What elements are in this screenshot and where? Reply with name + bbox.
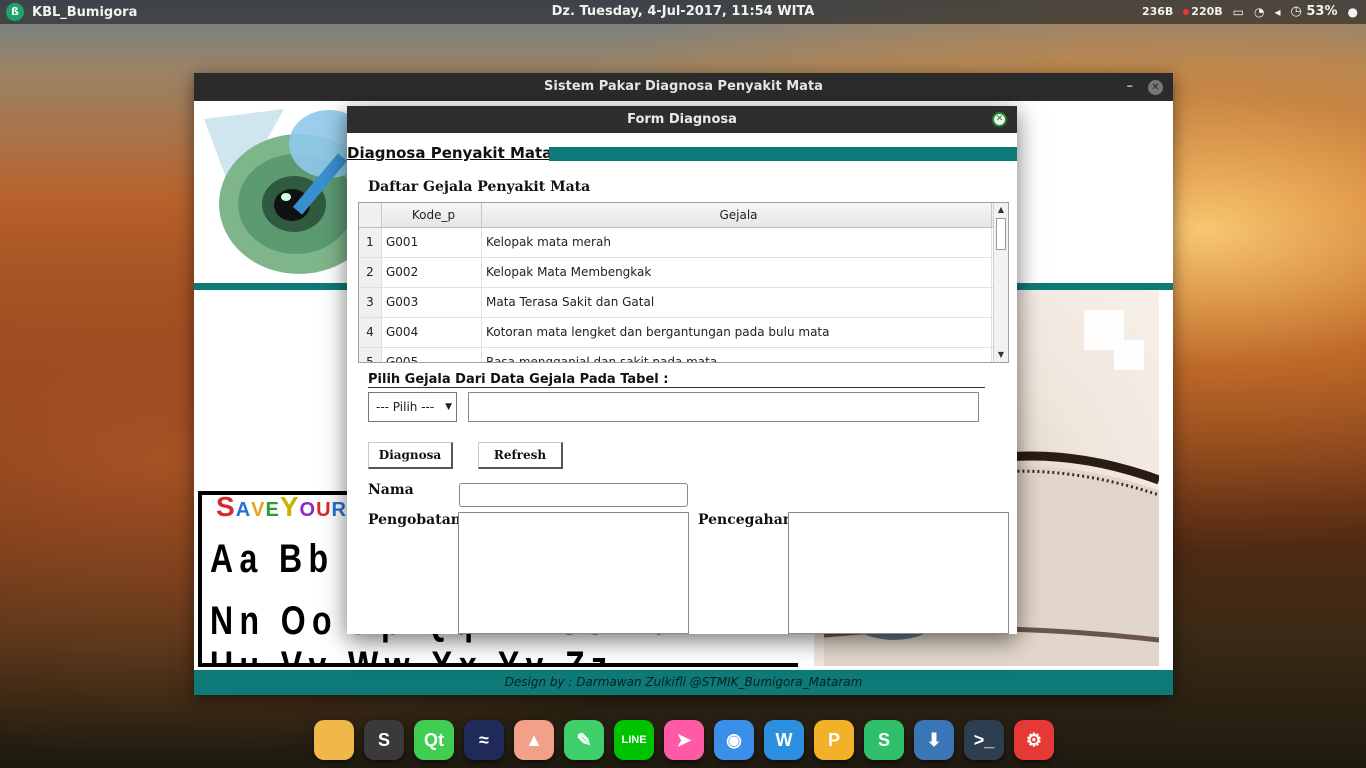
dialog-heading: Diagnosa Penyakit Mata <box>347 144 553 162</box>
dialog-title: Form Diagnosa <box>627 112 737 127</box>
main-footer: Design by : Darmawan Zulkifli @STMIK_Bum… <box>194 670 1173 695</box>
qt-creator-icon[interactable]: Qt <box>414 720 454 760</box>
mysql-workbench-icon[interactable]: ≈ <box>464 720 504 760</box>
column-header-gejala[interactable]: Gejala <box>482 203 992 227</box>
cell-kode[interactable]: G003 <box>382 288 482 317</box>
display-icon[interactable]: ▭ <box>1233 5 1244 19</box>
pencegahan-label: Pencegahan <box>698 512 793 528</box>
battery-percent: 53% <box>1306 4 1338 19</box>
dialog-titlebar[interactable]: Form Diagnosa ✕ <box>347 106 1017 133</box>
cell-kode[interactable]: G002 <box>382 258 482 287</box>
cell-gejala[interactable]: Kotoran mata lengket dan bergantungan pa… <box>482 318 992 347</box>
dialog-close-button[interactable]: ✕ <box>992 112 1007 127</box>
net-download: 220B <box>1191 5 1223 18</box>
app-logo-icon: ß <box>6 3 24 21</box>
scroll-down-icon[interactable]: ▼ <box>994 348 1008 362</box>
app-menu[interactable]: ß KBL_Bumigora <box>6 3 137 21</box>
system-tray: 236B 220B ▭ ◔ ◂ ◷ 53% ● <box>1142 4 1358 19</box>
row-number: 3 <box>359 288 382 317</box>
scroll-thumb[interactable] <box>996 218 1006 250</box>
cell-gejala[interactable]: Mata Terasa Sakit dan Gatal <box>482 288 992 317</box>
pilih-divider <box>368 387 985 388</box>
pengobatan-textarea[interactable] <box>458 512 689 634</box>
column-header-kode[interactable]: Kode_p <box>382 203 482 227</box>
chromium-icon[interactable]: ◉ <box>714 720 754 760</box>
main-window-titlebar[interactable]: Sistem Pakar Diagnosa Penyakit Mata – ✕ <box>194 73 1173 101</box>
table-row[interactable]: 3 G003 Mata Terasa Sakit dan Gatal <box>359 288 1008 318</box>
wps-writer-icon[interactable]: W <box>764 720 804 760</box>
pencegahan-textarea[interactable] <box>788 512 1009 634</box>
app-name: KBL_Bumigora <box>32 4 138 20</box>
battery-level[interactable]: ◷ 53% <box>1291 4 1338 19</box>
main-close-button[interactable]: ✕ <box>1148 80 1163 95</box>
wps-presentation-icon[interactable]: P <box>814 720 854 760</box>
table-row[interactable]: 1 G001 Kelopak mata merah <box>359 228 1008 258</box>
pengobatan-label: Pengobatan <box>368 512 461 528</box>
terminal-icon[interactable]: >_ <box>964 720 1004 760</box>
cell-kode[interactable]: G004 <box>382 318 482 347</box>
table-row[interactable]: 4 G004 Kotoran mata lengket dan bergantu… <box>359 318 1008 348</box>
gejala-select-value: --- Pilih --- <box>376 400 435 414</box>
net-download-wrap: 220B <box>1183 5 1223 18</box>
row-number: 4 <box>359 318 382 347</box>
cell-kode[interactable]: G005 <box>382 348 482 362</box>
nama-input[interactable] <box>459 483 688 507</box>
settings-icon[interactable]: ⚙ <box>1014 720 1054 760</box>
table-row[interactable]: 2 G002 Kelopak Mata Membengkak <box>359 258 1008 288</box>
sublime-icon[interactable]: S <box>364 720 404 760</box>
minimize-button[interactable]: – <box>1127 73 1134 101</box>
volume-icon[interactable]: ◂ <box>1274 5 1280 19</box>
pilih-gejala-label: Pilih Gejala Dari Data Gejala Pada Tabel… <box>368 372 669 387</box>
refresh-button[interactable]: Refresh <box>478 442 563 469</box>
wifi-icon[interactable]: ◔ <box>1254 5 1264 19</box>
battery-icon: ◷ <box>1290 4 1307 19</box>
row-number: 5 <box>359 348 382 362</box>
table-scrollbar[interactable]: ▲ ▼ <box>993 203 1008 362</box>
eye-chart-slogan: SAVEYOUR <box>216 491 347 522</box>
diagnosa-button[interactable]: Diagnosa <box>368 442 453 469</box>
gejala-select[interactable]: --- Pilih --- ▼ <box>368 392 457 422</box>
cell-gejala[interactable]: Kelopak Mata Membengkak <box>482 258 992 287</box>
dock: S Qt ≈ ▲ ✎ LINE ➤ ◉ W P S ⬇ >_ ⚙ <box>306 714 1062 768</box>
calendar-icon[interactable]: ✎ <box>564 720 604 760</box>
line-icon[interactable]: LINE <box>614 720 654 760</box>
files-icon[interactable] <box>314 720 354 760</box>
download-dot-icon <box>1183 9 1190 15</box>
main-window-title: Sistem Pakar Diagnosa Penyakit Mata <box>544 79 823 94</box>
row-number-header <box>359 203 382 227</box>
top-panel: ß KBL_Bumigora Dz. Tuesday, 4-Jul-2017, … <box>0 0 1366 24</box>
user-icon[interactable]: ● <box>1348 5 1358 19</box>
row-number: 1 <box>359 228 382 257</box>
heading-accent-bar <box>549 147 1017 161</box>
cell-gejala[interactable]: Rasa mengganjal dan sakit pada mata <box>482 348 992 362</box>
telegram-icon[interactable]: ➤ <box>664 720 704 760</box>
gejala-text-field[interactable] <box>468 392 979 422</box>
cell-gejala[interactable]: Kelopak mata merah <box>482 228 992 257</box>
net-upload: 236B <box>1141 5 1174 18</box>
wps-spreadsheet-icon[interactable]: S <box>864 720 904 760</box>
inkscape-icon[interactable]: ▲ <box>514 720 554 760</box>
row-number: 2 <box>359 258 382 287</box>
gejala-table[interactable]: Kode_p Gejala 1 G001 Kelopak mata merah … <box>358 202 1009 363</box>
nama-label: Nama <box>368 482 414 498</box>
table-header: Kode_p Gejala <box>359 203 1008 228</box>
scroll-up-icon[interactable]: ▲ <box>994 203 1008 217</box>
chevron-down-icon: ▼ <box>445 402 452 412</box>
installer-icon[interactable]: ⬇ <box>914 720 954 760</box>
table-title: Daftar Gejala Penyakit Mata <box>368 179 591 195</box>
cell-kode[interactable]: G001 <box>382 228 482 257</box>
form-diagnosa-dialog: Form Diagnosa ✕ Diagnosa Penyakit Mata D… <box>347 106 1017 634</box>
table-row[interactable]: 5 G005 Rasa mengganjal dan sakit pada ma… <box>359 348 1008 362</box>
